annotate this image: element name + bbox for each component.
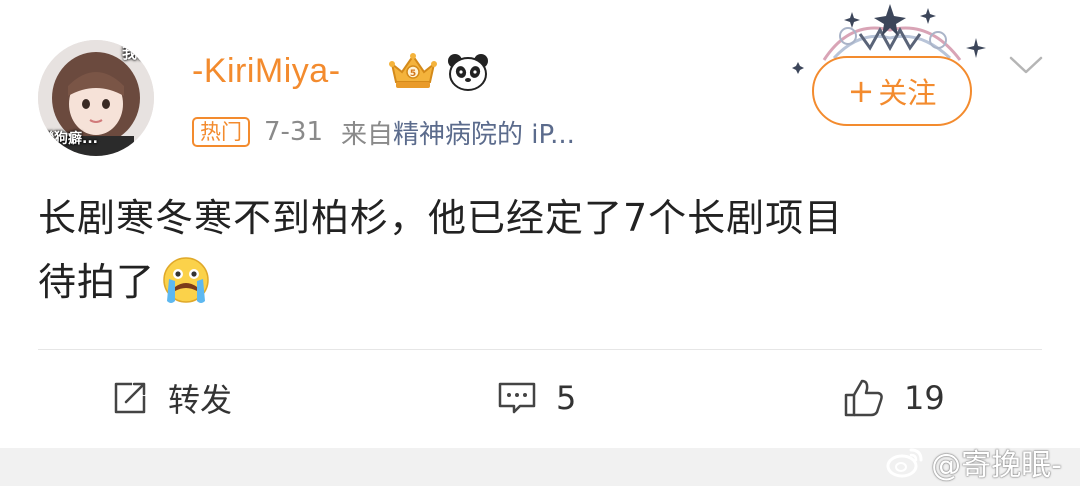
like-count: 19 <box>904 379 945 417</box>
post-date: 7-31 <box>264 117 324 147</box>
comment-icon <box>498 382 536 414</box>
repost-label: 转发 <box>168 381 233 419</box>
svg-text:5: 5 <box>410 69 416 79</box>
post-content: 长剧寒冬寒不到柏杉，他已经定了7个长剧项目 待拍了 <box>38 186 1048 314</box>
comment-button[interactable]: 5 <box>496 370 576 426</box>
source-prefix: 来自 <box>341 119 394 150</box>
like-button[interactable]: 19 <box>842 370 945 426</box>
avatar-caption-bottom: 戀狗癖... <box>40 131 98 147</box>
chevron-down-icon[interactable] <box>1008 52 1044 78</box>
thumbs-up-icon <box>844 379 883 417</box>
weibo-watermark: @寄挽眠- <box>885 440 1062 484</box>
username-link[interactable]: -KiriMiya- <box>192 52 341 91</box>
follow-button[interactable]: + 关注 <box>812 56 972 126</box>
weibo-logo-icon <box>886 448 923 478</box>
avatar-caption-top: 我佾 <box>121 44 152 62</box>
crying-face-emoji-icon <box>163 257 209 303</box>
follow-plus-icon: + <box>847 72 875 110</box>
comment-count: 5 <box>556 379 577 417</box>
repost-icon <box>114 382 146 414</box>
follow-label: 关注 <box>878 76 937 110</box>
vip-crown-icon[interactable]: 5 <box>386 50 440 92</box>
repost-button[interactable]: 转发 <box>110 370 232 426</box>
user-avatar[interactable]: 我佾 戀狗癖... <box>38 40 154 156</box>
post-text-line-2-row: 待拍了 <box>38 250 1048 314</box>
post-meta: 热门 7-31 来自 精神病院的 iP... <box>192 114 575 150</box>
watermark-text: @寄挽眠- <box>931 448 1062 483</box>
panda-badge-icon[interactable] <box>446 52 490 92</box>
post-text-line-2: 待拍了 <box>38 260 156 304</box>
hot-tag: 热门 <box>192 117 250 147</box>
post-source-link[interactable]: 精神病院的 iP... <box>393 114 575 151</box>
post-text-line-1: 长剧寒冬寒不到柏杉，他已经定了7个长剧项目 <box>38 196 844 240</box>
divider <box>38 349 1042 350</box>
